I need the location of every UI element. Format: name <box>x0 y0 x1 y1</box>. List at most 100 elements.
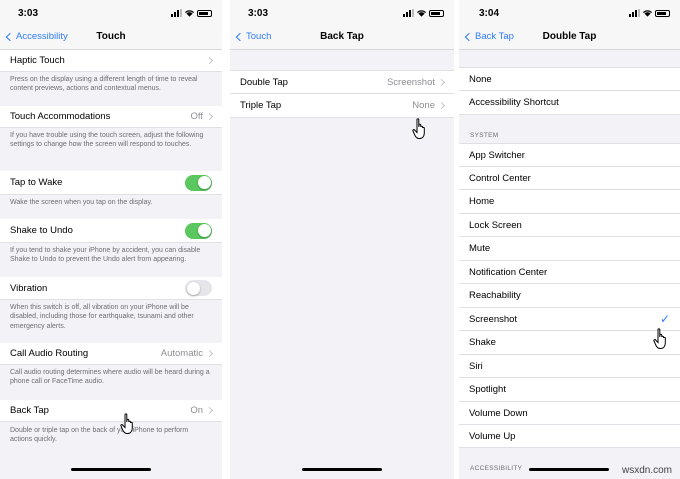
double-tap-value: Screenshot <box>386 76 435 88</box>
touch-accommodations-label: Touch Accommodations <box>10 111 111 122</box>
hand-cursor-icon <box>653 328 666 349</box>
back-tap-label: Back Tap <box>10 405 49 416</box>
hand-cursor-icon <box>120 413 133 434</box>
checkmark-icon: ✓ <box>659 312 670 326</box>
chevron-right-icon <box>205 56 214 65</box>
call-audio-routing-value: Automatic <box>160 348 203 359</box>
page-title: Back Tap <box>320 31 364 42</box>
battery-icon <box>429 10 444 17</box>
option-row[interactable]: Volume Down <box>459 402 680 425</box>
option-row[interactable]: Reachability <box>459 284 680 308</box>
option-label: Reachability <box>469 290 521 301</box>
signal-icon <box>171 9 182 17</box>
vibration-row: Vibration <box>0 277 222 300</box>
touch-settings-panel: 3:03 Accessibility Touch Haptic Touch Pr… <box>0 0 222 479</box>
nav-bar: Touch Back Tap <box>230 26 454 50</box>
back-tap-row[interactable]: Back Tap On <box>0 400 222 422</box>
vibration-desc: When this switch is off, all vibration o… <box>10 304 194 330</box>
chevron-right-icon <box>205 349 214 358</box>
option-row-selected[interactable]: Screenshot ✓ <box>459 308 680 331</box>
chevron-right-icon <box>437 78 446 86</box>
battery-icon <box>197 10 212 17</box>
option-label: Home <box>469 196 495 207</box>
status-icons <box>403 9 444 17</box>
haptic-touch-row[interactable]: Haptic Touch <box>0 50 222 72</box>
option-label: Shake <box>469 337 496 348</box>
status-time: 3:03 <box>18 8 39 19</box>
section-header-system: SYSTEM <box>470 132 499 139</box>
nav-bar: Accessibility Touch <box>0 26 222 50</box>
option-row[interactable]: Siri <box>459 355 680 378</box>
option-label: Spotlight <box>469 384 506 395</box>
chevron-right-icon <box>205 406 214 415</box>
option-row[interactable]: Spotlight <box>459 378 680 402</box>
signal-icon <box>403 9 414 17</box>
triple-tap-row[interactable]: Triple Tap None <box>230 94 454 118</box>
status-time: 3:04 <box>479 8 500 19</box>
wifi-icon <box>643 10 652 17</box>
back-tap-value: On <box>190 405 203 416</box>
chevron-right-icon <box>437 101 446 110</box>
home-indicator <box>71 468 151 471</box>
watermark: wsxdn.com <box>621 465 672 476</box>
shake-to-undo-toggle[interactable] <box>185 222 212 239</box>
shake-to-undo-row: Shake to Undo <box>0 219 222 243</box>
option-label: Screenshot <box>469 313 518 325</box>
option-row[interactable]: Volume Up <box>459 425 680 448</box>
haptic-touch-label: Haptic Touch <box>10 55 65 66</box>
home-indicator <box>529 468 609 471</box>
hand-cursor-icon <box>412 118 425 139</box>
back-tap-panel: 3:03 Touch Back Tap Double Tap Screensho… <box>230 0 454 479</box>
section-header-accessibility: ACCESSIBILITY <box>470 465 523 472</box>
option-label: App Switcher <box>469 149 525 161</box>
vibration-toggle[interactable] <box>185 280 212 296</box>
triple-tap-label: Triple Tap <box>240 100 282 111</box>
tap-to-wake-label: Tap to Wake <box>10 177 63 188</box>
tap-to-wake-row: Tap to Wake <box>0 171 222 195</box>
tap-to-wake-desc: Wake the screen when you tap on the disp… <box>10 199 153 206</box>
shake-to-undo-desc: If you tend to shake your iPhone by acci… <box>10 247 201 264</box>
status-icons <box>629 9 670 17</box>
home-indicator <box>302 468 382 471</box>
touch-accommodations-value: Off <box>190 111 204 122</box>
call-audio-routing-label: Call Audio Routing <box>10 348 89 359</box>
chevron-right-icon <box>205 112 214 121</box>
option-label: Notification Center <box>469 266 548 278</box>
status-bar: 3:04 <box>459 0 680 26</box>
wifi-icon <box>185 10 194 17</box>
option-row[interactable]: Control Center <box>459 167 680 190</box>
status-bar: 3:03 <box>0 0 222 26</box>
option-label: Siri <box>469 360 483 372</box>
status-bar: 3:03 <box>230 0 454 26</box>
double-tap-panel: 3:04 Back Tap Double Tap None Accessibil… <box>459 0 680 479</box>
page-title: Double Tap <box>542 31 597 42</box>
option-row[interactable]: Mute <box>459 237 680 261</box>
battery-icon <box>655 10 670 17</box>
triple-tap-value: None <box>412 100 435 111</box>
option-label: Accessibility Shortcut <box>469 97 559 108</box>
status-time: 3:03 <box>248 8 269 19</box>
option-label: None <box>469 73 492 85</box>
back-tap-desc: Double or triple tap on the back of your… <box>10 427 189 444</box>
option-label: Control Center <box>469 172 531 184</box>
nav-bar: Back Tap Double Tap <box>459 26 680 50</box>
option-row[interactable]: None <box>459 67 680 91</box>
option-row[interactable]: App Switcher <box>459 143 680 167</box>
double-tap-label: Double Tap <box>240 76 288 88</box>
option-row[interactable]: Notification Center <box>459 261 680 284</box>
option-row[interactable]: Lock Screen <box>459 214 680 237</box>
wifi-icon <box>417 10 426 17</box>
page-title: Touch <box>96 31 126 42</box>
double-tap-row[interactable]: Double Tap Screenshot <box>230 70 454 94</box>
option-row[interactable]: Shake <box>459 331 680 355</box>
tap-to-wake-toggle[interactable] <box>185 174 212 191</box>
option-row[interactable]: Accessibility Shortcut <box>459 91 680 115</box>
shake-to-undo-label: Shake to Undo <box>10 225 73 236</box>
status-icons <box>171 9 212 17</box>
call-audio-routing-row[interactable]: Call Audio Routing Automatic <box>0 343 222 365</box>
touch-accommodations-row[interactable]: Touch Accommodations Off <box>0 106 222 128</box>
signal-icon <box>629 9 640 17</box>
option-row[interactable]: Home <box>459 190 680 214</box>
option-label: Volume Up <box>469 430 516 442</box>
touch-accommodations-desc: If you have trouble using the touch scre… <box>10 132 204 149</box>
